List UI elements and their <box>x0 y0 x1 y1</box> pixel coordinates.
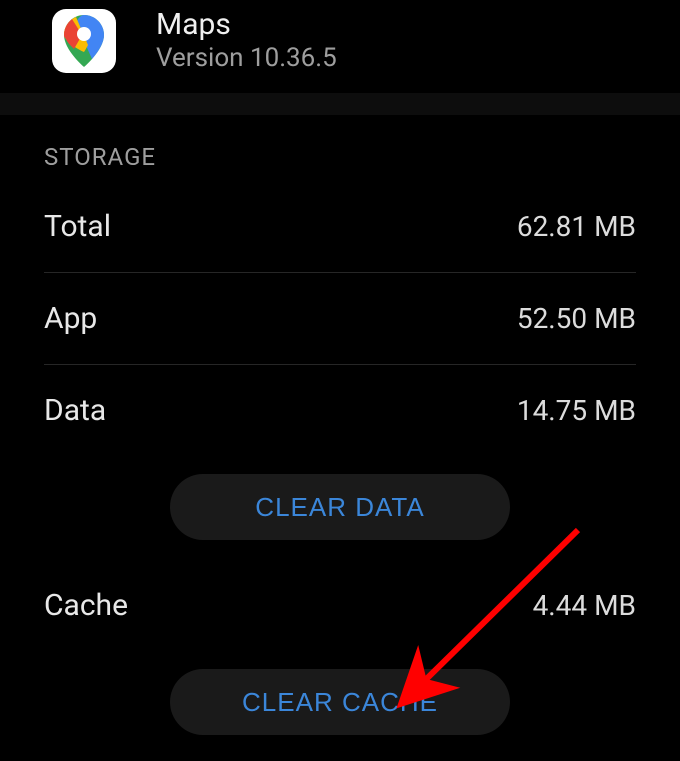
clear-data-button[interactable]: CLEAR DATA <box>170 474 510 540</box>
google-maps-app-icon <box>52 9 116 73</box>
row-cache-label: Cache <box>44 588 128 623</box>
row-app-value: 52.50 MB <box>517 302 636 335</box>
row-cache: Cache 4.44 MB <box>0 548 680 651</box>
app-name: Maps <box>156 8 337 41</box>
row-app-label: App <box>44 301 97 336</box>
app-info-storage-screen: Maps Version 10.36.5 STORAGE Total 62.81… <box>0 0 680 761</box>
clear-cache-button-wrap: CLEAR CACHE <box>0 651 680 743</box>
row-total: Total 62.81 MB <box>0 181 680 272</box>
section-divider <box>0 93 680 115</box>
row-total-value: 62.81 MB <box>517 210 636 243</box>
clear-data-button-wrap: CLEAR DATA <box>0 456 680 548</box>
row-data: Data 14.75 MB <box>0 365 680 456</box>
storage-section-title: STORAGE <box>0 115 680 181</box>
row-data-label: Data <box>44 393 106 428</box>
maps-pin-icon <box>64 15 104 67</box>
row-data-value: 14.75 MB <box>517 394 636 427</box>
clear-cache-button[interactable]: CLEAR CACHE <box>170 669 510 735</box>
app-version: Version 10.36.5 <box>156 43 337 73</box>
app-header: Maps Version 10.36.5 <box>0 0 680 93</box>
row-total-label: Total <box>44 209 111 244</box>
row-cache-value: 4.44 MB <box>533 589 636 622</box>
row-app: App 52.50 MB <box>0 273 680 364</box>
app-header-text: Maps Version 10.36.5 <box>156 8 337 73</box>
